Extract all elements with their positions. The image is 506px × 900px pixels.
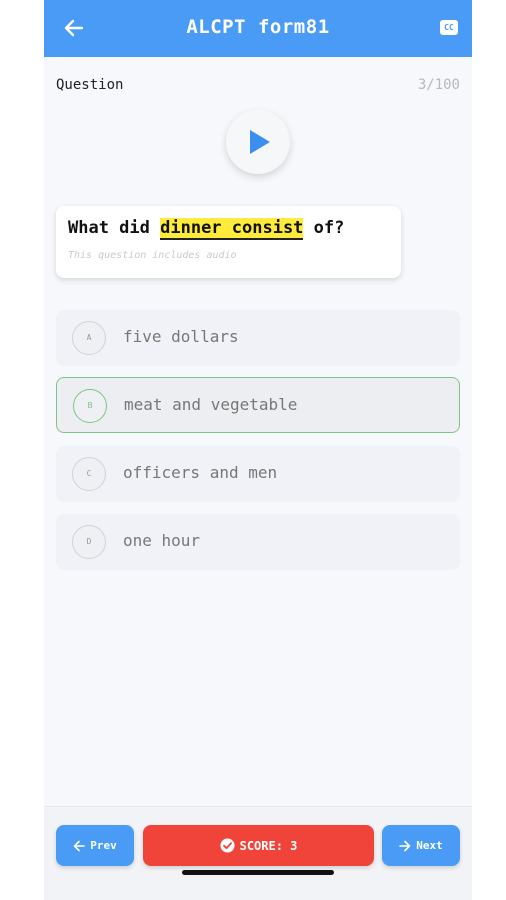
home-indicator	[182, 870, 334, 875]
option-text: officers and men	[123, 463, 278, 482]
score-label: SCORE: 3	[239, 838, 298, 853]
question-text-after: of?	[303, 218, 345, 238]
option-d[interactable]: D one hour	[56, 514, 460, 570]
arrow-right-icon	[399, 840, 411, 851]
prev-label: Prev	[90, 839, 117, 852]
option-text: five dollars	[123, 327, 239, 346]
option-text: meat and vegetable	[124, 395, 298, 414]
closed-captions-icon[interactable]: CC	[440, 20, 458, 35]
question-progress: 3/100	[417, 77, 460, 93]
play-icon	[250, 130, 270, 154]
question-text-before: What did	[68, 218, 161, 238]
audio-note: This question includes audio	[68, 250, 237, 261]
question-label: Question	[56, 77, 124, 93]
score-button[interactable]: SCORE: 3	[143, 825, 374, 866]
option-letter: B	[73, 389, 107, 423]
question-text: What did dinner consist of?	[68, 218, 345, 240]
quiz-screen: ALCPT form81 CC Question 3/100 What did …	[44, 0, 472, 900]
bottom-bar: Prev SCORE: 3 Next	[44, 806, 472, 900]
check-circle-icon	[220, 838, 235, 853]
app-title: ALCPT form81	[186, 16, 330, 38]
next-label: Next	[416, 839, 443, 852]
prev-button[interactable]: Prev	[56, 825, 134, 866]
option-letter: D	[72, 525, 106, 559]
arrow-left-icon	[73, 840, 86, 851]
next-button[interactable]: Next	[382, 825, 460, 866]
option-letter: A	[72, 321, 106, 355]
app-bar: ALCPT form81 CC	[44, 0, 472, 57]
play-audio-button[interactable]	[226, 110, 290, 174]
question-card: What did dinner consist of? This questio…	[56, 206, 401, 278]
option-text: one hour	[123, 531, 201, 550]
option-b[interactable]: B meat and vegetable	[56, 377, 460, 433]
option-letter: C	[72, 457, 106, 491]
question-highlight: dinner consist	[160, 218, 304, 240]
option-a[interactable]: A five dollars	[56, 310, 460, 366]
option-c[interactable]: C officers and men	[56, 446, 460, 502]
